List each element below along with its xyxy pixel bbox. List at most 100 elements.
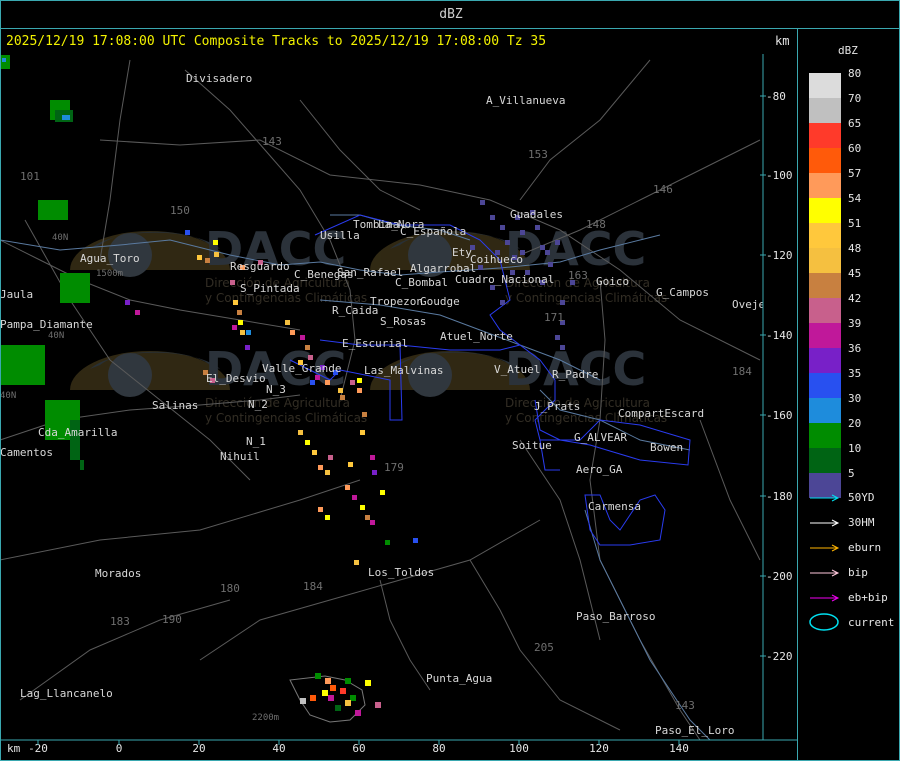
watermark-line2: y Contingencias Climáticas [505, 291, 667, 305]
place-label: C_Española [400, 225, 466, 238]
echo-pixel [233, 300, 238, 305]
place-label: R_Padre [552, 368, 598, 381]
echo-pixel [214, 252, 219, 257]
echo-pixel [62, 115, 70, 120]
echo-pixel [322, 690, 328, 696]
place-label: S_Rosas [380, 315, 426, 328]
elevation-label: 1500m [96, 269, 123, 279]
echo-pixel [325, 515, 330, 520]
y-tick-label: -140 [766, 329, 793, 342]
route-number: 171 [544, 311, 564, 324]
legend-swatch [809, 298, 841, 323]
place-label: Camentos [0, 446, 53, 459]
legend-track-label: 50YD [848, 491, 875, 504]
echo-pixel [310, 380, 315, 385]
echo-pixel [348, 462, 353, 467]
legend-title: dBZ [838, 44, 858, 57]
echo-pixel [325, 380, 330, 385]
echo-pixel [318, 507, 323, 512]
elevation-label: 40N [52, 233, 68, 243]
echo-pixel [125, 300, 130, 305]
place-label: Bowen [650, 441, 683, 454]
echo-pixel [357, 378, 362, 383]
place-label: Salinas [152, 399, 198, 412]
road-line [519, 59, 651, 201]
place-label: El_Desvio [206, 372, 266, 385]
route-number: 179 [384, 461, 404, 474]
echo-pixel [1, 345, 45, 385]
radar-map[interactable]: DACCDirección de Agriculturay Contingenc… [0, 0, 900, 761]
place-label: Lag_Llancanelo [20, 687, 113, 700]
road-line [699, 419, 761, 561]
echo-pixel [135, 310, 140, 315]
echo-pixel [185, 230, 190, 235]
echo-pixel [360, 505, 365, 510]
legend-track-label: 30HM [848, 516, 875, 529]
road-line [1, 479, 361, 561]
echo-pixel [312, 450, 317, 455]
legend-level-label: 70 [848, 92, 862, 105]
legend-swatch [809, 173, 841, 198]
legend-track-label: eb+bip [848, 591, 888, 604]
echo-pixel [240, 330, 245, 335]
legend-swatch [809, 98, 841, 123]
road-line [99, 139, 491, 201]
legend-level-label: 48 [848, 242, 862, 255]
echo-pixel [340, 688, 346, 694]
y-tick-label: -220 [766, 650, 793, 663]
echo-pixel [500, 300, 505, 305]
echo-pixel [232, 325, 237, 330]
axis-ticks-layer: -20 0 20 40 60 80 100 120 140km-80-100-120-140-1… [1, 54, 797, 755]
place-label: Cda_Amarilla [38, 426, 117, 439]
place-label: V_Atuel [494, 363, 540, 376]
legend-track-label: bip [848, 566, 868, 579]
track-arrow-icon [810, 494, 840, 502]
watermark-line2: y Contingencias Climáticas [205, 411, 367, 425]
road-line [99, 59, 131, 261]
place-label: Atuel_Norte [440, 330, 513, 343]
echo-pixel [325, 470, 330, 475]
legend-swatch [809, 73, 841, 98]
echo-pixel [362, 412, 367, 417]
echo-pixel [230, 280, 235, 285]
y-axis-unit: km [775, 34, 790, 48]
echo-pixel [305, 345, 310, 350]
road-line [299, 99, 421, 211]
route-number: 143 [675, 699, 695, 712]
route-number: 150 [170, 204, 190, 217]
legend-level-label: 60 [848, 142, 862, 155]
echo-pixel [197, 255, 202, 260]
echo-pixel [285, 320, 290, 325]
y-tick-label: -120 [766, 249, 793, 262]
place-label: Punta_Agua [426, 672, 492, 685]
echo-pixel [298, 430, 303, 435]
place-label: Goudge [420, 295, 460, 308]
track-arrow-icon [810, 544, 840, 552]
route-number: 153 [528, 148, 548, 161]
elevation-label: 40N [48, 331, 64, 341]
place-label: Coihueco [470, 253, 523, 266]
place-label: Resguardo [230, 260, 290, 273]
place-label: Paso_El_Loro [655, 724, 734, 737]
road-line [199, 519, 541, 661]
route-number: 148 [586, 218, 606, 231]
route-number: 146 [653, 183, 673, 196]
place-label: Agua_Toro [80, 252, 140, 265]
place-label: G_Campos [656, 286, 709, 299]
echo-pixel [505, 240, 510, 245]
echo-pixel [352, 495, 357, 500]
echo-pixel [350, 380, 355, 385]
legend-level-label: 36 [848, 342, 862, 355]
echo-pixel [315, 673, 321, 679]
echo-pixel [308, 355, 313, 360]
y-tick-label: -200 [766, 570, 793, 583]
legend-level-label: 51 [848, 217, 862, 230]
place-label: R_Caida [332, 304, 378, 317]
echo-pixel [535, 225, 540, 230]
echo-pixel [315, 375, 320, 380]
echo-pixel [545, 250, 550, 255]
place-label: C_Bombal [395, 276, 448, 289]
legend-level-label: 30 [848, 392, 862, 405]
echo-pixel [300, 335, 305, 340]
echo-pixel [60, 273, 90, 303]
